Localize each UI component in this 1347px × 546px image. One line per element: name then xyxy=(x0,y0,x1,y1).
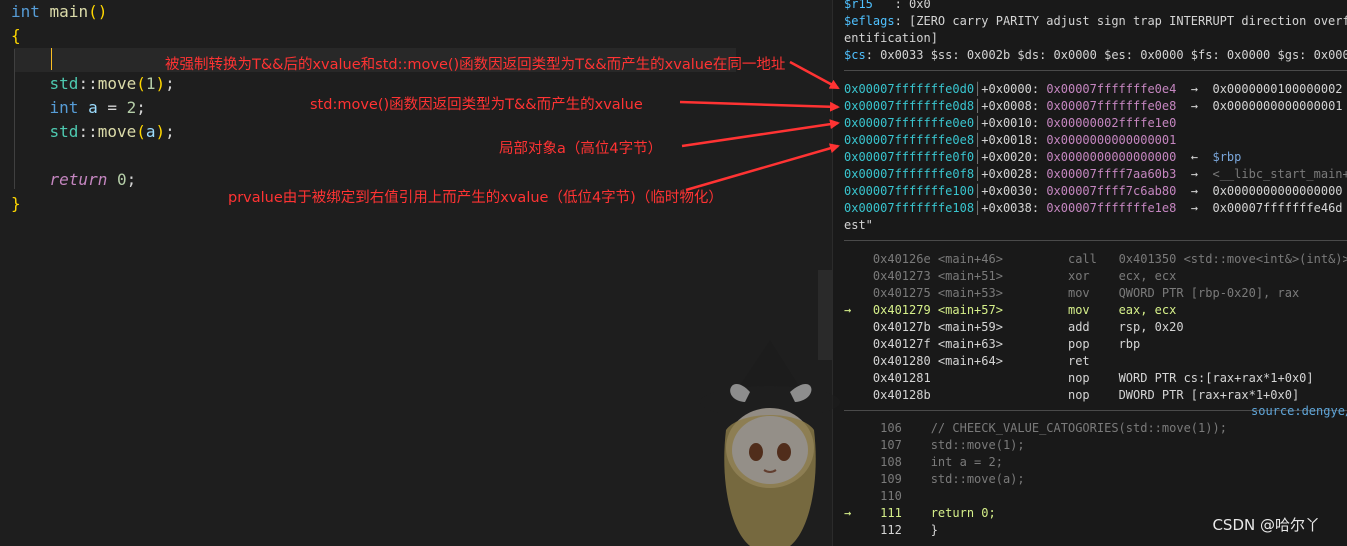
csdn-watermark: CSDN @哈尔丫 xyxy=(1212,516,1320,534)
annotation-3: 局部对象a（高位4字节） xyxy=(499,141,663,157)
arrow-to-e0d0 xyxy=(789,60,840,90)
arrow-to-e0d8 xyxy=(679,100,840,112)
annotation-arrows xyxy=(679,60,840,192)
arrow-to-e0e8 xyxy=(681,119,840,148)
annotation-2: std:move()函数因返回类型为T&&而产生的xvalue xyxy=(310,97,643,113)
annotation-1: 被强制转换为T&&后的xvalue和std::move()函数因返回类型为T&&… xyxy=(165,57,786,73)
arrow-to-e0f0 xyxy=(685,143,840,192)
annotation-4: prvalue由于被绑定到右值引用上而产生的xvalue（低位4字节)（临时物化… xyxy=(228,190,723,206)
